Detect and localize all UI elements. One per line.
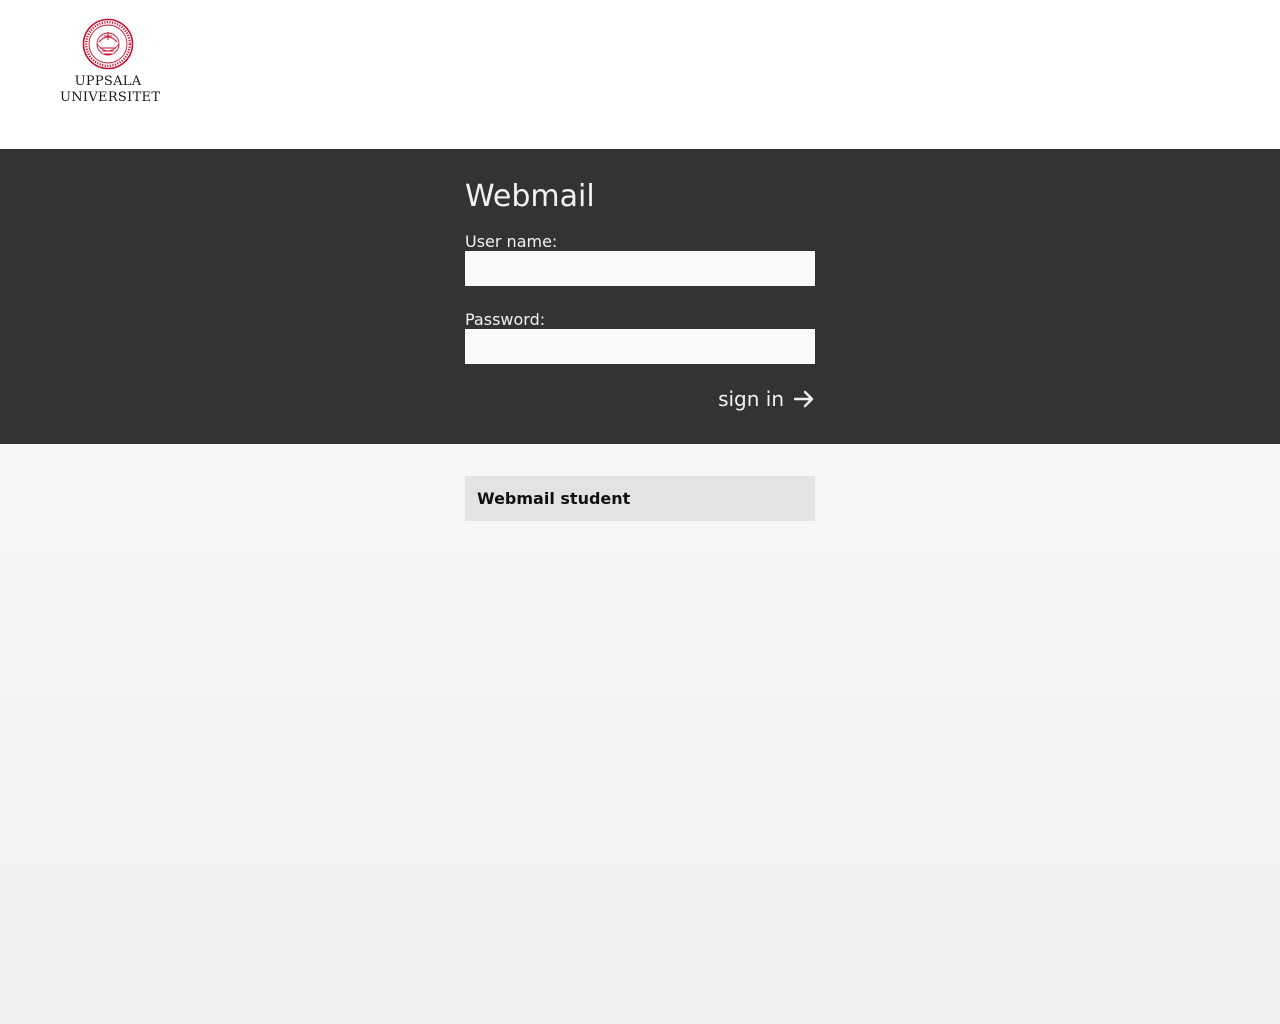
university-seal-icon — [82, 18, 134, 70]
logo-line-1: UPPSALA — [74, 74, 142, 89]
sign-in-button[interactable]: sign in — [718, 387, 815, 411]
username-label: User name: — [465, 232, 558, 251]
arrow-right-icon — [794, 390, 814, 408]
login-band: Webmail User name: Password: sign in — [0, 149, 1280, 444]
page-header: UPPSALA UNIVERSITET — [0, 0, 1280, 149]
page-title: Webmail — [465, 179, 595, 214]
password-label: Password: — [465, 310, 546, 329]
logo-wordmark: UPPSALA UNIVERSITET — [60, 74, 161, 106]
webmail-student-label: Webmail student — [477, 489, 631, 508]
logo-line-2: UNIVERSITET — [60, 90, 161, 105]
password-input[interactable] — [465, 329, 815, 364]
username-input[interactable] — [465, 251, 815, 286]
university-logo[interactable]: UPPSALA UNIVERSITET — [60, 18, 161, 106]
sign-in-label: sign in — [718, 387, 784, 411]
webmail-student-link[interactable]: Webmail student — [465, 476, 815, 521]
